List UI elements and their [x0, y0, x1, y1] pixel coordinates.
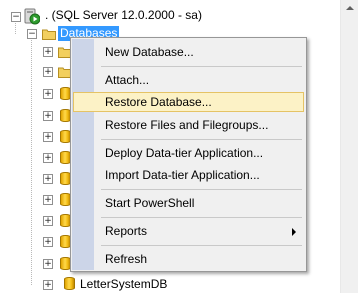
- menu-item-refresh[interactable]: Refresh: [73, 249, 304, 269]
- menu-item-label: New Database...: [105, 45, 194, 59]
- menu-item-import-data-tier[interactable]: Import Data-tier Application...: [73, 165, 304, 185]
- tree-guide-line: [31, 40, 32, 285]
- menu-item-label: Refresh: [105, 252, 148, 266]
- expand-icon[interactable]: +: [43, 259, 53, 269]
- expand-icon[interactable]: +: [43, 111, 53, 121]
- tree-guide-line: [15, 20, 16, 34]
- menu-separator: [101, 245, 302, 246]
- menu-item-label: Restore Files and Filegroups...: [105, 118, 269, 132]
- expand-icon[interactable]: +: [43, 89, 53, 99]
- expand-icon[interactable]: +: [43, 280, 53, 290]
- server-icon: [24, 8, 40, 25]
- expand-icon[interactable]: +: [43, 174, 53, 184]
- menu-item-label: Reports: [105, 224, 148, 238]
- folder-icon: [42, 29, 56, 40]
- submenu-arrow-icon: [292, 228, 296, 236]
- vertical-scrollbar[interactable]: [340, 0, 358, 293]
- expand-icon[interactable]: +: [43, 216, 53, 226]
- menu-item-restore-files-filegroups[interactable]: Restore Files and Filegroups...: [73, 115, 304, 135]
- database-icon: [64, 277, 75, 290]
- menu-separator: [101, 139, 302, 140]
- menu-item-restore-database[interactable]: Restore Database...: [73, 92, 304, 112]
- server-node-label[interactable]: . (SQL Server 12.0.2000 - sa): [45, 8, 202, 22]
- expand-icon[interactable]: +: [43, 132, 53, 142]
- expand-icon[interactable]: +: [43, 237, 53, 247]
- menu-item-label: Restore Database...: [105, 95, 212, 109]
- databases-context-menu: New Database... Attach... Restore Databa…: [70, 37, 307, 272]
- menu-item-new-database[interactable]: New Database...: [73, 42, 304, 62]
- menu-item-deploy-data-tier[interactable]: Deploy Data-tier Application...: [73, 143, 304, 163]
- menu-item-label: Attach...: [105, 73, 150, 87]
- menu-item-attach[interactable]: Attach...: [73, 70, 304, 90]
- expand-icon[interactable]: +: [43, 67, 53, 77]
- menu-item-label: Import Data-tier Application...: [105, 168, 260, 182]
- scroll-up-arrow-icon[interactable]: [346, 6, 354, 10]
- menu-item-label: Deploy Data-tier Application...: [105, 146, 264, 160]
- menu-separator: [101, 66, 302, 67]
- menu-separator: [101, 217, 302, 218]
- collapse-icon[interactable]: −: [27, 29, 37, 39]
- menu-item-start-powershell[interactable]: Start PowerShell: [73, 193, 304, 213]
- expand-icon[interactable]: +: [43, 195, 53, 205]
- expand-icon[interactable]: +: [43, 47, 53, 57]
- database-node-letter-system-db[interactable]: LetterSystemDB: [80, 277, 167, 291]
- expand-icon[interactable]: +: [43, 153, 53, 163]
- menu-separator: [101, 189, 302, 190]
- menu-item-reports[interactable]: Reports: [73, 221, 304, 241]
- collapse-icon[interactable]: −: [11, 12, 21, 22]
- menu-item-label: Start PowerShell: [105, 196, 195, 210]
